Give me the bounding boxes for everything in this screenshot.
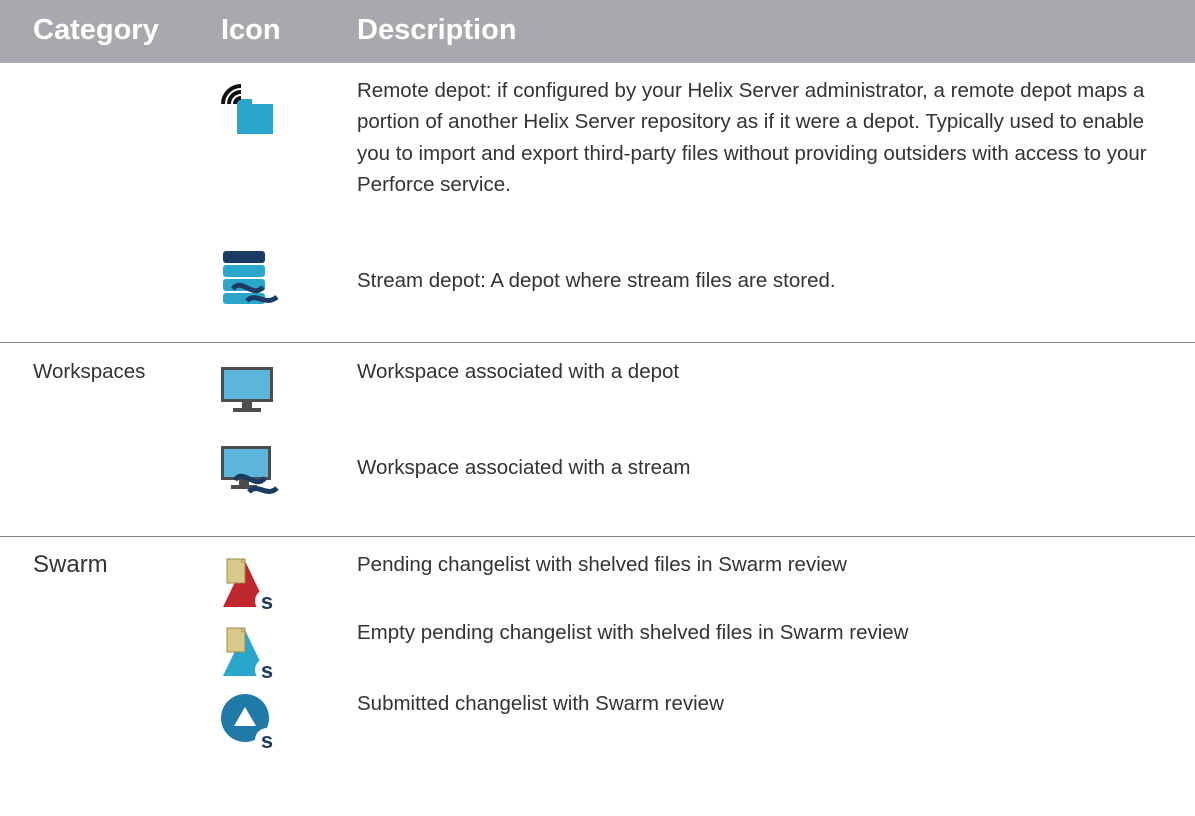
row-description: Workspace associated with a stream xyxy=(357,456,691,479)
workspace-icon xyxy=(219,365,275,415)
pending-changelist-swarm-icon: s xyxy=(219,553,281,611)
row-description: Workspace associated with a depot xyxy=(357,360,680,383)
empty-pending-changelist-swarm-icon: s xyxy=(219,622,281,680)
submitted-changelist-swarm-icon: s xyxy=(219,690,281,752)
row-description: Remote depot: if configured by your Heli… xyxy=(357,79,1147,196)
row-description: Pending changelist with shelved files in… xyxy=(357,553,847,576)
svg-text:s: s xyxy=(261,589,273,611)
section-divider xyxy=(0,342,1195,343)
svg-text:s: s xyxy=(261,728,273,752)
remote-depot-icon xyxy=(219,80,275,136)
row-description: Submitted changelist with Swarm review xyxy=(357,692,724,715)
category-label: Workspaces xyxy=(33,360,146,383)
header-icon: Icon xyxy=(221,14,281,46)
svg-text:s: s xyxy=(261,658,273,680)
category-label: Swarm xyxy=(33,551,108,578)
stream-depot-icon xyxy=(219,247,279,307)
row-description: Empty pending changelist with shelved fi… xyxy=(357,621,909,644)
header-category: Category xyxy=(33,14,159,46)
stream-workspace-icon xyxy=(219,444,279,496)
header-description: Description xyxy=(357,14,517,46)
table-header: Category Icon Description xyxy=(0,0,1195,63)
section-divider xyxy=(0,536,1195,537)
row-description: Stream depot: A depot where stream files… xyxy=(357,269,836,292)
